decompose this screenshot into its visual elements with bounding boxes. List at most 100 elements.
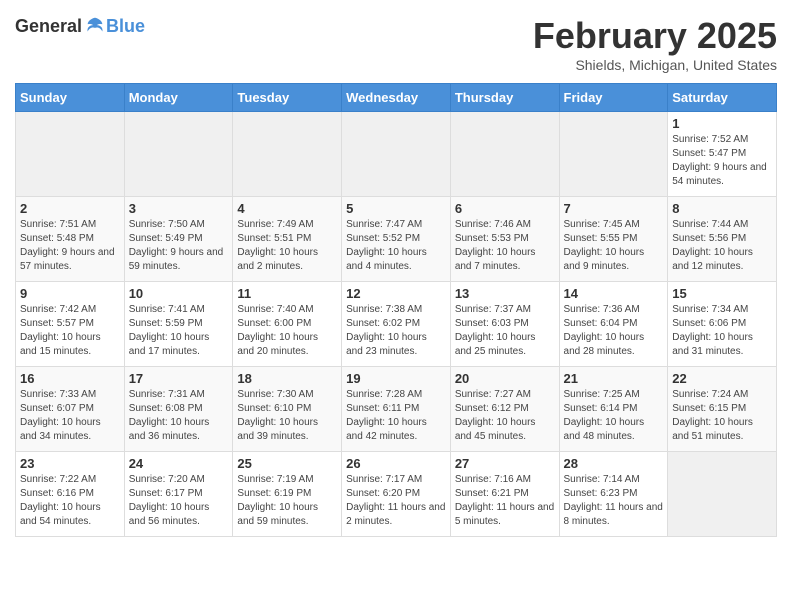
calendar-cell: 1 Sunrise: 7:52 AM Sunset: 5:47 PM Daylig…: [668, 112, 777, 197]
day-info: Sunrise: 7:49 AM Sunset: 5:51 PM Dayligh…: [237, 218, 337, 274]
day-info: Sunrise: 7:34 AM Sunset: 6:06 PM Dayligh…: [672, 303, 772, 359]
day-number: 2: [20, 201, 120, 216]
page: General Blue February 2025 Shields, Mich…: [0, 0, 792, 552]
calendar-week-row: 2 Sunrise: 7:51 AM Sunset: 5:48 PM Daylig…: [16, 197, 777, 282]
calendar-cell: [233, 112, 342, 197]
day-number: 17: [129, 371, 229, 386]
header: General Blue February 2025 Shields, Mich…: [15, 15, 777, 73]
day-number: 11: [237, 286, 337, 301]
calendar-cell: 21 Sunrise: 7:25 AM Sunset: 6:14 PM Dayli…: [559, 367, 668, 452]
calendar-header-saturday: Saturday: [668, 84, 777, 112]
day-info: Sunrise: 7:40 AM Sunset: 6:00 PM Dayligh…: [237, 303, 337, 359]
calendar-cell: 8 Sunrise: 7:44 AM Sunset: 5:56 PM Daylig…: [668, 197, 777, 282]
calendar-header-wednesday: Wednesday: [342, 84, 451, 112]
calendar-cell: [668, 452, 777, 537]
day-info: Sunrise: 7:22 AM Sunset: 6:16 PM Dayligh…: [20, 473, 120, 529]
day-number: 6: [455, 201, 555, 216]
calendar-week-row: 16Sunrise: 7:33 AM Sunset: 6:07 PM Dayli…: [16, 367, 777, 452]
calendar-cell: 28 Sunrise: 7:14 AM Sunset: 6:23 PM Dayli…: [559, 452, 668, 537]
day-info: Sunrise: 7:27 AM Sunset: 6:12 PM Dayligh…: [455, 388, 555, 444]
day-number: 21: [564, 371, 664, 386]
calendar-cell: 23 Sunrise: 7:22 AM Sunset: 6:16 PM Dayli…: [16, 452, 125, 537]
day-info: Sunrise: 7:51 AM Sunset: 5:48 PM Dayligh…: [20, 218, 120, 274]
logo-bird-icon: [84, 15, 106, 37]
calendar-cell: 20 Sunrise: 7:27 AM Sunset: 6:12 PM Dayli…: [450, 367, 559, 452]
month-title: February 2025: [533, 15, 777, 57]
calendar-cell: 10 Sunrise: 7:41 AM Sunset: 5:59 PM Dayli…: [124, 282, 233, 367]
day-number: 9: [20, 286, 120, 301]
day-number: 24: [129, 456, 229, 471]
day-number: 1: [672, 116, 772, 131]
calendar-header-thursday: Thursday: [450, 84, 559, 112]
calendar-cell: 18Sunrise: 7:30 AM Sunset: 6:10 PM Dayli…: [233, 367, 342, 452]
calendar-week-row: 23 Sunrise: 7:22 AM Sunset: 6:16 PM Dayli…: [16, 452, 777, 537]
day-info: Sunrise: 7:14 AM Sunset: 6:23 PM Dayligh…: [564, 473, 664, 529]
calendar-cell: 17Sunrise: 7:31 AM Sunset: 6:08 PM Dayli…: [124, 367, 233, 452]
calendar-cell: 16Sunrise: 7:33 AM Sunset: 6:07 PM Dayli…: [16, 367, 125, 452]
day-info: Sunrise: 7:25 AM Sunset: 6:14 PM Dayligh…: [564, 388, 664, 444]
day-info: Sunrise: 7:20 AM Sunset: 6:17 PM Dayligh…: [129, 473, 229, 529]
day-info: Sunrise: 7:41 AM Sunset: 5:59 PM Dayligh…: [129, 303, 229, 359]
day-info: Sunrise: 7:28 AM Sunset: 6:11 PM Dayligh…: [346, 388, 446, 444]
day-info: Sunrise: 7:45 AM Sunset: 5:55 PM Dayligh…: [564, 218, 664, 274]
day-info: Sunrise: 7:16 AM Sunset: 6:21 PM Dayligh…: [455, 473, 555, 529]
day-info: Sunrise: 7:36 AM Sunset: 6:04 PM Dayligh…: [564, 303, 664, 359]
logo-blue-text: Blue: [106, 16, 145, 37]
calendar-cell: 9 Sunrise: 7:42 AM Sunset: 5:57 PM Daylig…: [16, 282, 125, 367]
calendar-cell: 14Sunrise: 7:36 AM Sunset: 6:04 PM Dayli…: [559, 282, 668, 367]
day-info: Sunrise: 7:17 AM Sunset: 6:20 PM Dayligh…: [346, 473, 446, 529]
day-info: Sunrise: 7:46 AM Sunset: 5:53 PM Dayligh…: [455, 218, 555, 274]
day-number: 13: [455, 286, 555, 301]
day-info: Sunrise: 7:33 AM Sunset: 6:07 PM Dayligh…: [20, 388, 120, 444]
calendar-cell: 25 Sunrise: 7:19 AM Sunset: 6:19 PM Dayli…: [233, 452, 342, 537]
calendar-header-friday: Friday: [559, 84, 668, 112]
calendar-cell: 24 Sunrise: 7:20 AM Sunset: 6:17 PM Dayli…: [124, 452, 233, 537]
location-text: Shields, Michigan, United States: [533, 57, 777, 73]
day-number: 5: [346, 201, 446, 216]
day-number: 28: [564, 456, 664, 471]
calendar-cell: 13 Sunrise: 7:37 AM Sunset: 6:03 PM Dayli…: [450, 282, 559, 367]
day-number: 23: [20, 456, 120, 471]
calendar-cell: 3Sunrise: 7:50 AM Sunset: 5:49 PM Daylig…: [124, 197, 233, 282]
calendar-cell: [559, 112, 668, 197]
logo: General Blue: [15, 15, 145, 37]
calendar-week-row: 1 Sunrise: 7:52 AM Sunset: 5:47 PM Daylig…: [16, 112, 777, 197]
day-number: 4: [237, 201, 337, 216]
day-number: 10: [129, 286, 229, 301]
calendar-table: SundayMondayTuesdayWednesdayThursdayFrid…: [15, 83, 777, 537]
title-block: February 2025 Shields, Michigan, United …: [533, 15, 777, 73]
calendar-cell: 15Sunrise: 7:34 AM Sunset: 6:06 PM Dayli…: [668, 282, 777, 367]
day-number: 8: [672, 201, 772, 216]
day-number: 7: [564, 201, 664, 216]
day-info: Sunrise: 7:19 AM Sunset: 6:19 PM Dayligh…: [237, 473, 337, 529]
calendar-cell: 4 Sunrise: 7:49 AM Sunset: 5:51 PM Daylig…: [233, 197, 342, 282]
calendar-cell: 6 Sunrise: 7:46 AM Sunset: 5:53 PM Daylig…: [450, 197, 559, 282]
calendar-header-monday: Monday: [124, 84, 233, 112]
calendar-cell: 11 Sunrise: 7:40 AM Sunset: 6:00 PM Dayli…: [233, 282, 342, 367]
day-info: Sunrise: 7:52 AM Sunset: 5:47 PM Dayligh…: [672, 133, 772, 189]
logo-general-text: General: [15, 16, 82, 37]
day-number: 20: [455, 371, 555, 386]
day-info: Sunrise: 7:42 AM Sunset: 5:57 PM Dayligh…: [20, 303, 120, 359]
day-info: Sunrise: 7:24 AM Sunset: 6:15 PM Dayligh…: [672, 388, 772, 444]
day-info: Sunrise: 7:47 AM Sunset: 5:52 PM Dayligh…: [346, 218, 446, 274]
calendar-cell: 12 Sunrise: 7:38 AM Sunset: 6:02 PM Dayli…: [342, 282, 451, 367]
calendar-header-row: SundayMondayTuesdayWednesdayThursdayFrid…: [16, 84, 777, 112]
day-number: 3: [129, 201, 229, 216]
day-number: 12: [346, 286, 446, 301]
day-info: Sunrise: 7:38 AM Sunset: 6:02 PM Dayligh…: [346, 303, 446, 359]
calendar-cell: [342, 112, 451, 197]
calendar-cell: [124, 112, 233, 197]
day-number: 25: [237, 456, 337, 471]
day-info: Sunrise: 7:44 AM Sunset: 5:56 PM Dayligh…: [672, 218, 772, 274]
day-info: Sunrise: 7:37 AM Sunset: 6:03 PM Dayligh…: [455, 303, 555, 359]
calendar-header-sunday: Sunday: [16, 84, 125, 112]
day-info: Sunrise: 7:30 AM Sunset: 6:10 PM Dayligh…: [237, 388, 337, 444]
day-number: 27: [455, 456, 555, 471]
calendar-cell: [450, 112, 559, 197]
calendar-week-row: 9 Sunrise: 7:42 AM Sunset: 5:57 PM Daylig…: [16, 282, 777, 367]
day-number: 22: [672, 371, 772, 386]
calendar-cell: 5 Sunrise: 7:47 AM Sunset: 5:52 PM Daylig…: [342, 197, 451, 282]
calendar-cell: 26Sunrise: 7:17 AM Sunset: 6:20 PM Dayli…: [342, 452, 451, 537]
calendar-cell: 2 Sunrise: 7:51 AM Sunset: 5:48 PM Daylig…: [16, 197, 125, 282]
